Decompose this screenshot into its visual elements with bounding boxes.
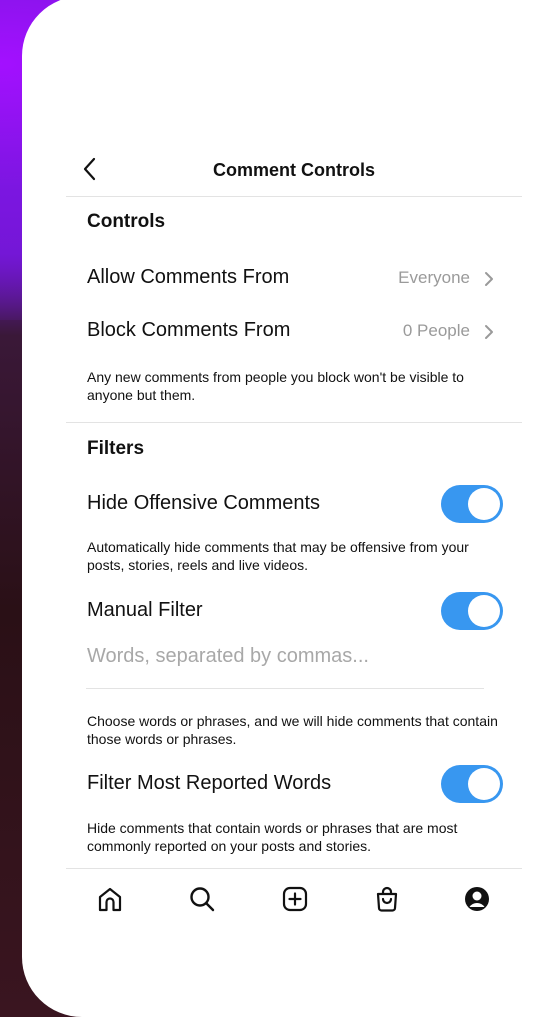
phone-screen: Comment Controls Controls Allow Comments… bbox=[22, 0, 556, 1017]
nav-search-button[interactable] bbox=[187, 884, 217, 914]
divider bbox=[66, 196, 522, 197]
hide-offensive-description: Automatically hide comments that may be … bbox=[87, 539, 469, 573]
bottom-nav bbox=[22, 868, 556, 938]
section-title-controls: Controls bbox=[87, 211, 166, 232]
header: Comment Controls bbox=[22, 146, 556, 196]
divider bbox=[66, 422, 522, 423]
block-comments-value: 0 People bbox=[402, 321, 470, 340]
allow-comments-label: Allow Comments From bbox=[87, 266, 290, 288]
hide-offensive-label: Hide Offensive Comments bbox=[87, 492, 321, 514]
manual-filter-label: Manual Filter bbox=[87, 599, 203, 621]
chevron-right-icon bbox=[485, 272, 493, 286]
nav-shop-button[interactable] bbox=[372, 884, 402, 914]
manual-filter-input[interactable]: Words, separated by commas... bbox=[87, 645, 369, 668]
most-reported-description: Hide comments that contain words or phra… bbox=[87, 820, 458, 854]
hide-offensive-toggle[interactable] bbox=[441, 485, 503, 523]
home-icon bbox=[98, 887, 122, 912]
nav-home-button[interactable] bbox=[95, 884, 125, 914]
nav-add-button[interactable] bbox=[280, 884, 310, 914]
add-post-icon bbox=[282, 886, 308, 912]
shop-icon bbox=[376, 886, 398, 912]
allow-comments-value: Everyone bbox=[398, 268, 470, 287]
most-reported-toggle[interactable] bbox=[441, 765, 503, 803]
input-underline bbox=[86, 688, 484, 689]
block-comments-label: Block Comments From bbox=[87, 319, 291, 341]
manual-filter-description: Choose words or phrases, and we will hid… bbox=[87, 713, 498, 747]
profile-icon bbox=[465, 887, 489, 911]
manual-filter-toggle[interactable] bbox=[441, 592, 503, 630]
block-description: Any new comments from people you block w… bbox=[87, 369, 464, 403]
section-title-filters: Filters bbox=[87, 438, 145, 459]
chevron-right-icon bbox=[485, 325, 493, 339]
page-title: Comment Controls bbox=[213, 160, 375, 180]
search-icon bbox=[190, 887, 215, 912]
most-reported-label: Filter Most Reported Words bbox=[87, 772, 332, 794]
nav-profile-button[interactable] bbox=[462, 884, 492, 914]
